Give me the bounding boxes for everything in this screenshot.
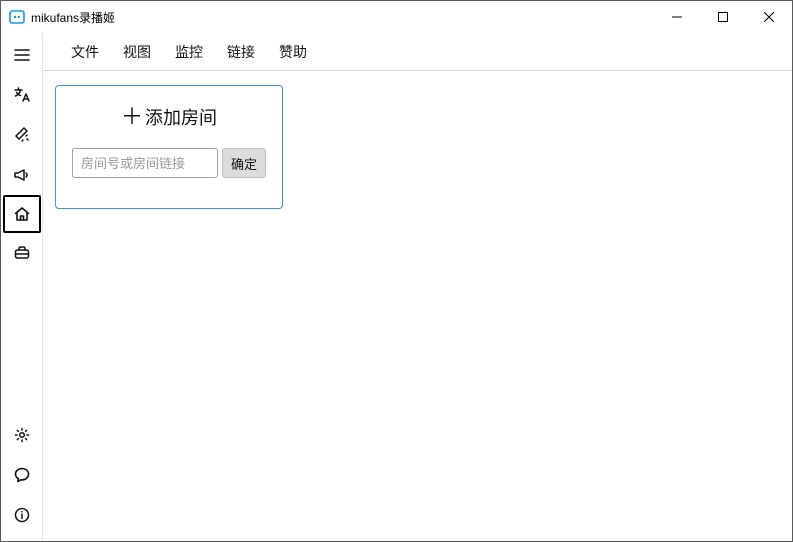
menu-icon [13, 46, 31, 64]
add-room-title: ＋添加房间 [121, 104, 217, 130]
maximize-button[interactable] [700, 1, 746, 33]
plus-icon: ＋ [121, 106, 143, 128]
content-area: ＋添加房间 确定 [43, 71, 792, 541]
titlebar: mikufans录播姬 [1, 1, 792, 33]
menu-item-file[interactable]: 文件 [71, 42, 99, 62]
toolbox-icon [13, 244, 31, 262]
app-icon [9, 9, 25, 25]
sidebar-item-feedback[interactable] [3, 455, 41, 495]
menu-item-view[interactable]: 视图 [123, 42, 151, 62]
sidebar-item-wand[interactable] [3, 115, 41, 155]
window-title: mikufans录播姬 [31, 9, 115, 26]
confirm-button-label: 确定 [231, 154, 257, 173]
gear-icon [13, 426, 31, 444]
window-controls [654, 1, 792, 33]
menu-item-sponsor[interactable]: 赞助 [279, 42, 307, 62]
sidebar-item-toolbox[interactable] [3, 233, 41, 273]
megaphone-icon [13, 166, 31, 184]
sidebar-item-settings[interactable] [3, 415, 41, 455]
minimize-button[interactable] [654, 1, 700, 33]
sidebar-item-info[interactable] [3, 495, 41, 535]
confirm-button[interactable]: 确定 [222, 148, 266, 178]
sidebar-top [1, 35, 42, 273]
menu-item-link[interactable]: 链接 [227, 42, 255, 62]
sidebar [1, 33, 43, 541]
add-room-title-text: 添加房间 [145, 104, 217, 130]
menubar: 文件 视图 监控 链接 赞助 [43, 33, 792, 71]
room-id-input[interactable] [72, 148, 218, 178]
menu-item-monitor[interactable]: 监控 [175, 42, 203, 62]
sidebar-item-home[interactable] [3, 195, 41, 233]
wand-icon [13, 126, 31, 144]
add-room-row: 确定 [72, 148, 266, 178]
feedback-icon [13, 466, 31, 484]
main: 文件 视图 监控 链接 赞助 ＋添加房间 确定 [43, 33, 792, 541]
translate-icon [13, 86, 31, 104]
sidebar-item-menu[interactable] [3, 35, 41, 75]
sidebar-bottom [1, 415, 42, 535]
app-body: 文件 视图 监控 链接 赞助 ＋添加房间 确定 [1, 33, 792, 541]
info-icon [13, 506, 31, 524]
sidebar-item-megaphone[interactable] [3, 155, 41, 195]
add-room-card: ＋添加房间 确定 [55, 85, 283, 209]
close-button[interactable] [746, 1, 792, 33]
home-icon [13, 205, 31, 223]
sidebar-item-translate[interactable] [3, 75, 41, 115]
